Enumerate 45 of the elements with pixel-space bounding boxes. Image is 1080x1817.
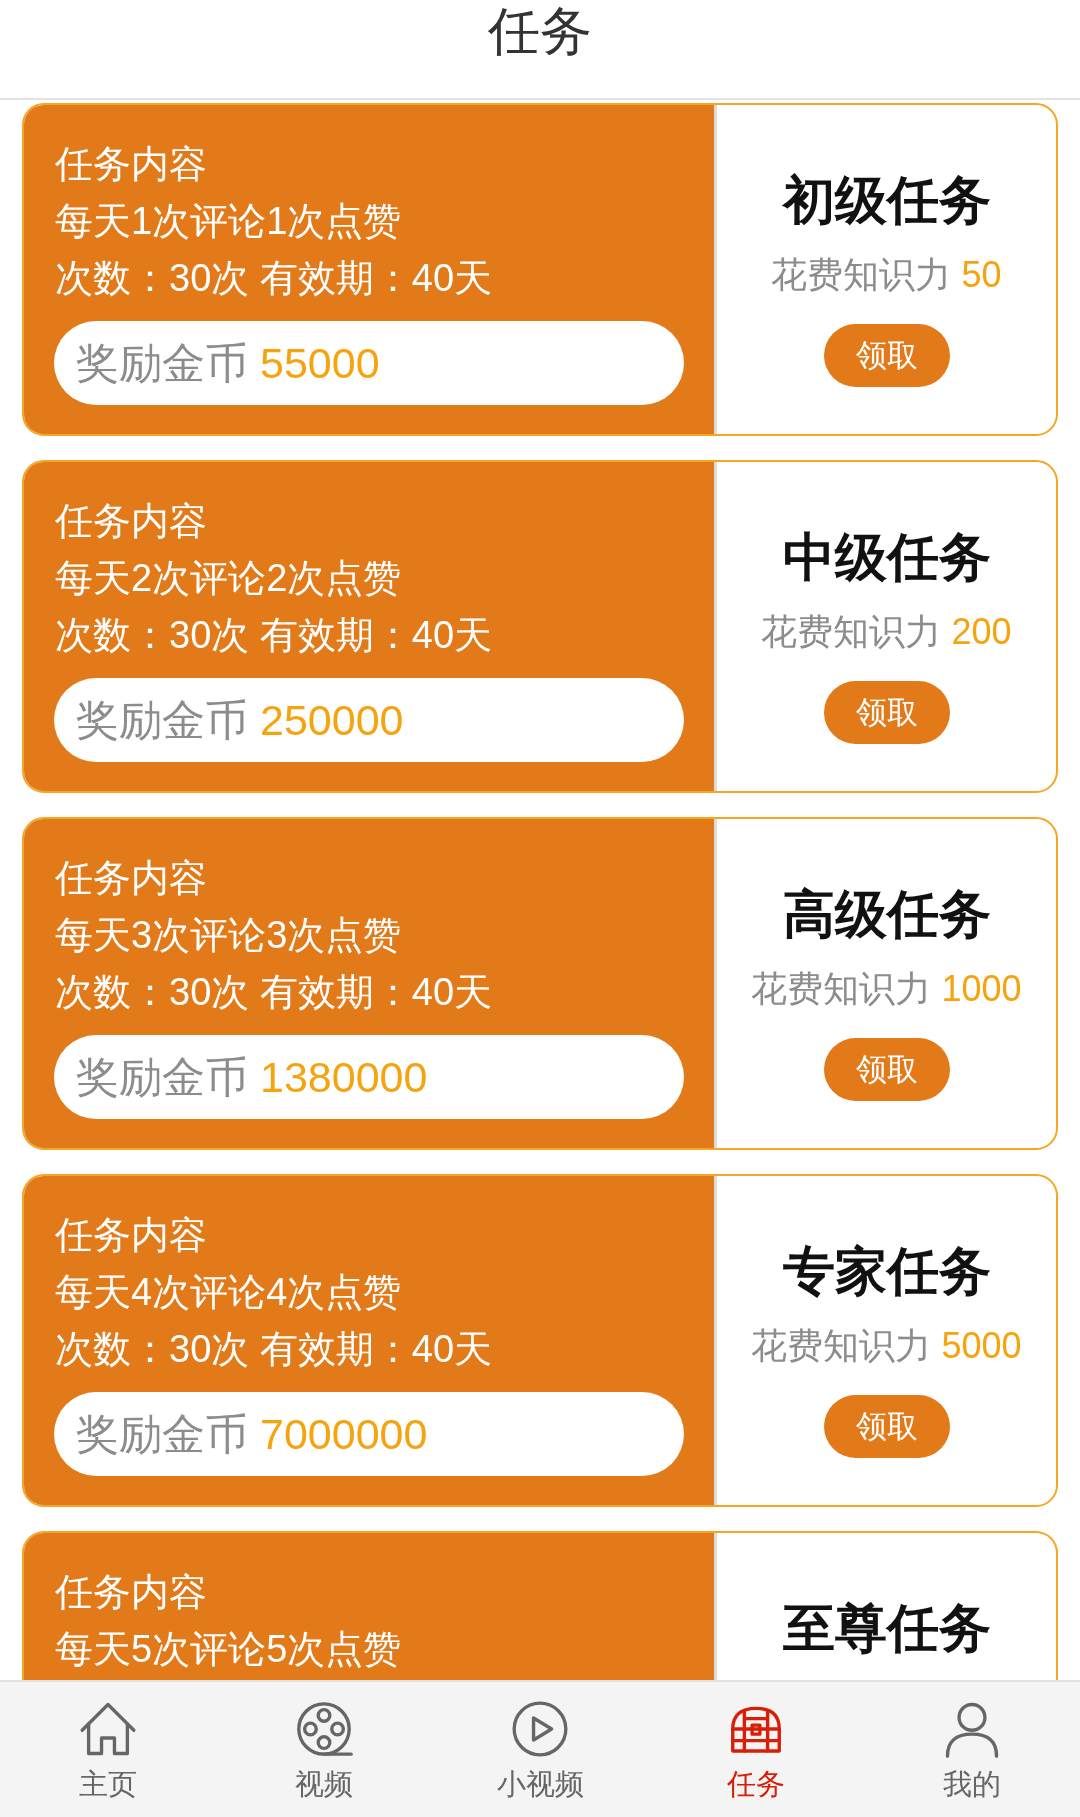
- claim-button[interactable]: 领取: [823, 1038, 950, 1101]
- task-description: 每天5次评论5次点赞: [55, 1627, 402, 1672]
- task-description: 每天2次评论2次点赞: [55, 556, 402, 601]
- task-description: 每天4次评论4次点赞: [55, 1270, 402, 1315]
- section-label: 任务内容: [55, 856, 207, 901]
- cost-amount: 1000: [941, 967, 1022, 1011]
- reward-label: 奖励金币: [76, 1409, 248, 1460]
- task-level-title: 初级任务: [782, 170, 991, 231]
- task-terms: 次数：30次 有效期：40天: [55, 970, 493, 1015]
- cost-amount: 50: [961, 253, 1002, 297]
- reward-amount: 55000: [260, 338, 380, 389]
- section-label: 任务内容: [55, 1570, 207, 1615]
- cost-label: 花费知识力: [751, 1324, 932, 1368]
- reward-label: 奖励金币: [76, 695, 248, 746]
- reward-amount: 7000000: [260, 1409, 428, 1460]
- cost-label: 花费知识力: [771, 253, 952, 297]
- tab-bar-item[interactable]: 任务: [648, 1682, 864, 1817]
- claim-button[interactable]: 领取: [823, 324, 950, 387]
- tab-bar-item[interactable]: 主页: [0, 1682, 216, 1817]
- section-label: 任务内容: [55, 142, 207, 187]
- page-title: 任务: [488, 1, 592, 62]
- claim-button[interactable]: 领取: [823, 1395, 950, 1458]
- cost-label: 花费知识力: [751, 967, 932, 1011]
- task-terms: 次数：30次 有效期：40天: [55, 613, 493, 658]
- task-level-title: 中级任务: [782, 527, 991, 588]
- task-description: 每天1次评论1次点赞: [55, 199, 402, 244]
- cost-amount: 200: [951, 610, 1012, 654]
- reward-label: 奖励金币: [76, 1052, 248, 1103]
- task-level-title: 至尊任务: [782, 1598, 991, 1659]
- claim-button[interactable]: 领取: [823, 681, 950, 744]
- tab-bar-item[interactable]: 我的: [864, 1682, 1080, 1817]
- cost-label: 花费知识力: [761, 610, 942, 654]
- reward-amount: 250000: [260, 695, 404, 746]
- reward-amount: 1380000: [260, 1052, 428, 1103]
- cost-amount: 5000: [941, 1324, 1022, 1368]
- task-terms: 次数：30次 有效期：40天: [55, 256, 493, 301]
- task-level-title: 专家任务: [782, 1241, 991, 1302]
- task-terms: 次数：30次 有效期：40天: [55, 1327, 493, 1372]
- tab-bar-item[interactable]: 视频: [216, 1682, 432, 1817]
- section-label: 任务内容: [55, 1213, 207, 1258]
- task-level-title: 高级任务: [782, 884, 991, 945]
- tab-bar-item[interactable]: 小视频: [432, 1682, 648, 1817]
- section-label: 任务内容: [55, 499, 207, 544]
- task-description: 每天3次评论3次点赞: [55, 913, 402, 958]
- reward-label: 奖励金币: [76, 338, 248, 389]
